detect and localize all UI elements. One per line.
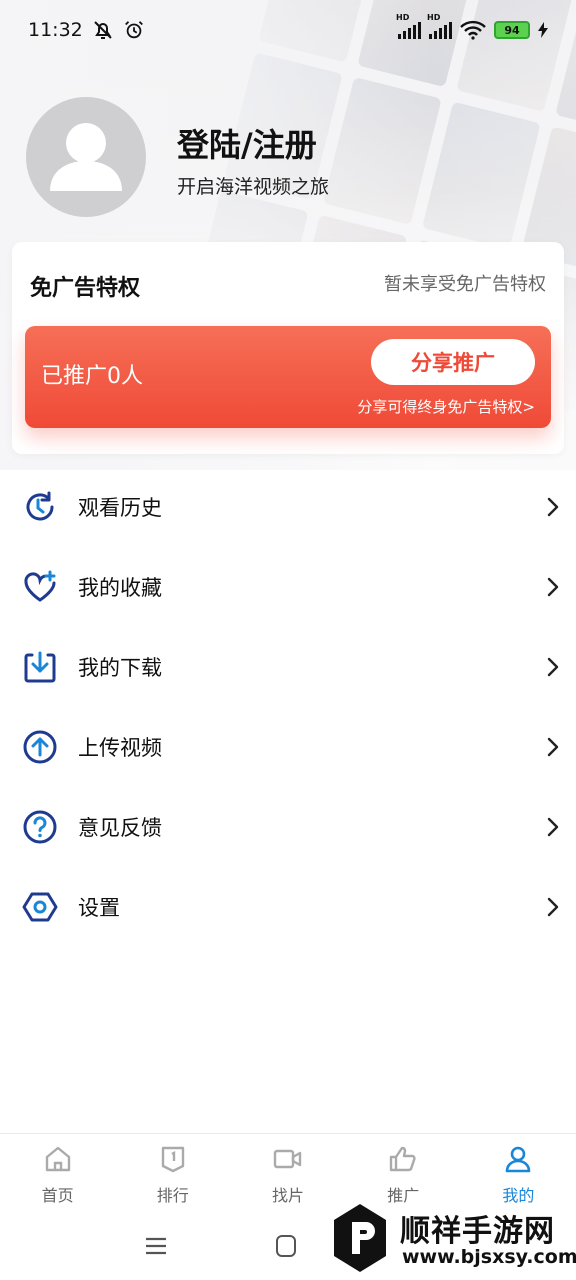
watermark-logo-icon	[334, 1204, 386, 1272]
settings-icon	[22, 892, 58, 922]
help-icon	[23, 810, 57, 844]
user-icon	[506, 1146, 531, 1173]
chevron-right-icon	[547, 817, 559, 837]
tab-ranking[interactable]: 排行	[115, 1134, 230, 1213]
menu-label: 设置	[78, 896, 120, 920]
adfree-card: 免广告特权 暂未享受免广告特权 已推广0人 分享推广 分享可得终身免广告特权>	[12, 242, 564, 454]
thumbs-up-icon	[390, 1146, 416, 1172]
alarm-icon	[124, 21, 143, 39]
heart-plus-icon	[24, 570, 56, 602]
chevron-right-icon	[547, 657, 559, 677]
upload-icon	[23, 730, 57, 764]
adfree-status: 暂未享受免广告特权	[384, 274, 546, 295]
home-nav-button[interactable]	[276, 1235, 296, 1257]
signal-icon: HD	[396, 13, 421, 39]
battery-level: 94	[504, 23, 520, 37]
profile-subtitle: 开启海洋视频之旅	[177, 176, 330, 198]
menu-item-upload[interactable]: 上传视频	[0, 707, 576, 787]
menu-label: 观看历史	[78, 496, 162, 520]
tab-label: 排行	[156, 1186, 189, 1205]
avatar[interactable]	[26, 97, 146, 217]
menu-item-downloads[interactable]: 我的下载	[0, 627, 576, 707]
site-watermark: 顺祥手游网 www.bjsxsy.com	[330, 1200, 576, 1276]
menu-icon[interactable]	[145, 1237, 167, 1255]
user-placeholder-icon	[50, 123, 122, 191]
promo-banner: 已推广0人 分享推广 分享可得终身免广告特权>	[25, 326, 551, 428]
download-icon	[24, 651, 56, 683]
video-camera-icon	[273, 1149, 302, 1169]
promo-hint-link[interactable]: 分享可得终身免广告特权>	[357, 396, 535, 417]
charging-icon	[538, 22, 548, 38]
share-promote-button[interactable]: 分享推广	[371, 339, 535, 385]
chevron-right-icon	[547, 897, 559, 917]
login-register-link[interactable]: 登陆/注册	[177, 120, 317, 166]
menu-item-feedback[interactable]: 意见反馈	[0, 787, 576, 867]
adfree-title: 免广告特权	[30, 276, 141, 301]
menu-label: 上传视频	[78, 736, 162, 760]
menu-label: 我的收藏	[78, 576, 162, 600]
chevron-right-icon	[547, 737, 559, 757]
status-bar: 11:32 HD HD 94	[0, 0, 576, 60]
home-icon	[45, 1146, 70, 1172]
menu-item-history[interactable]: 观看历史	[0, 467, 576, 547]
wifi-icon	[460, 20, 486, 40]
promoted-count: 已推广0人	[41, 364, 143, 389]
signal-icon-2: HD	[427, 13, 452, 39]
chevron-right-icon	[547, 497, 559, 517]
chevron-right-icon	[547, 577, 559, 597]
watermark-name: 顺祥手游网	[400, 1214, 555, 1249]
menu-list: 观看历史 我的收藏 我的下载 上传视频 意见反馈 设置	[0, 467, 576, 947]
ranking-icon	[161, 1146, 184, 1173]
watermark-url: www.bjsxsy.com	[402, 1246, 576, 1268]
menu-item-favorites[interactable]: 我的收藏	[0, 547, 576, 627]
menu-label: 意见反馈	[78, 816, 162, 840]
battery-icon: 94	[494, 21, 530, 39]
tab-find[interactable]: 找片	[230, 1134, 345, 1213]
menu-item-settings[interactable]: 设置	[0, 867, 576, 947]
menu-label: 我的下载	[78, 656, 162, 680]
tab-label: 首页	[41, 1186, 74, 1205]
history-icon	[26, 491, 54, 521]
status-time: 11:32	[28, 19, 83, 41]
tab-label: 找片	[272, 1186, 305, 1205]
tab-home[interactable]: 首页	[0, 1134, 115, 1213]
mute-bell-icon	[94, 21, 112, 39]
